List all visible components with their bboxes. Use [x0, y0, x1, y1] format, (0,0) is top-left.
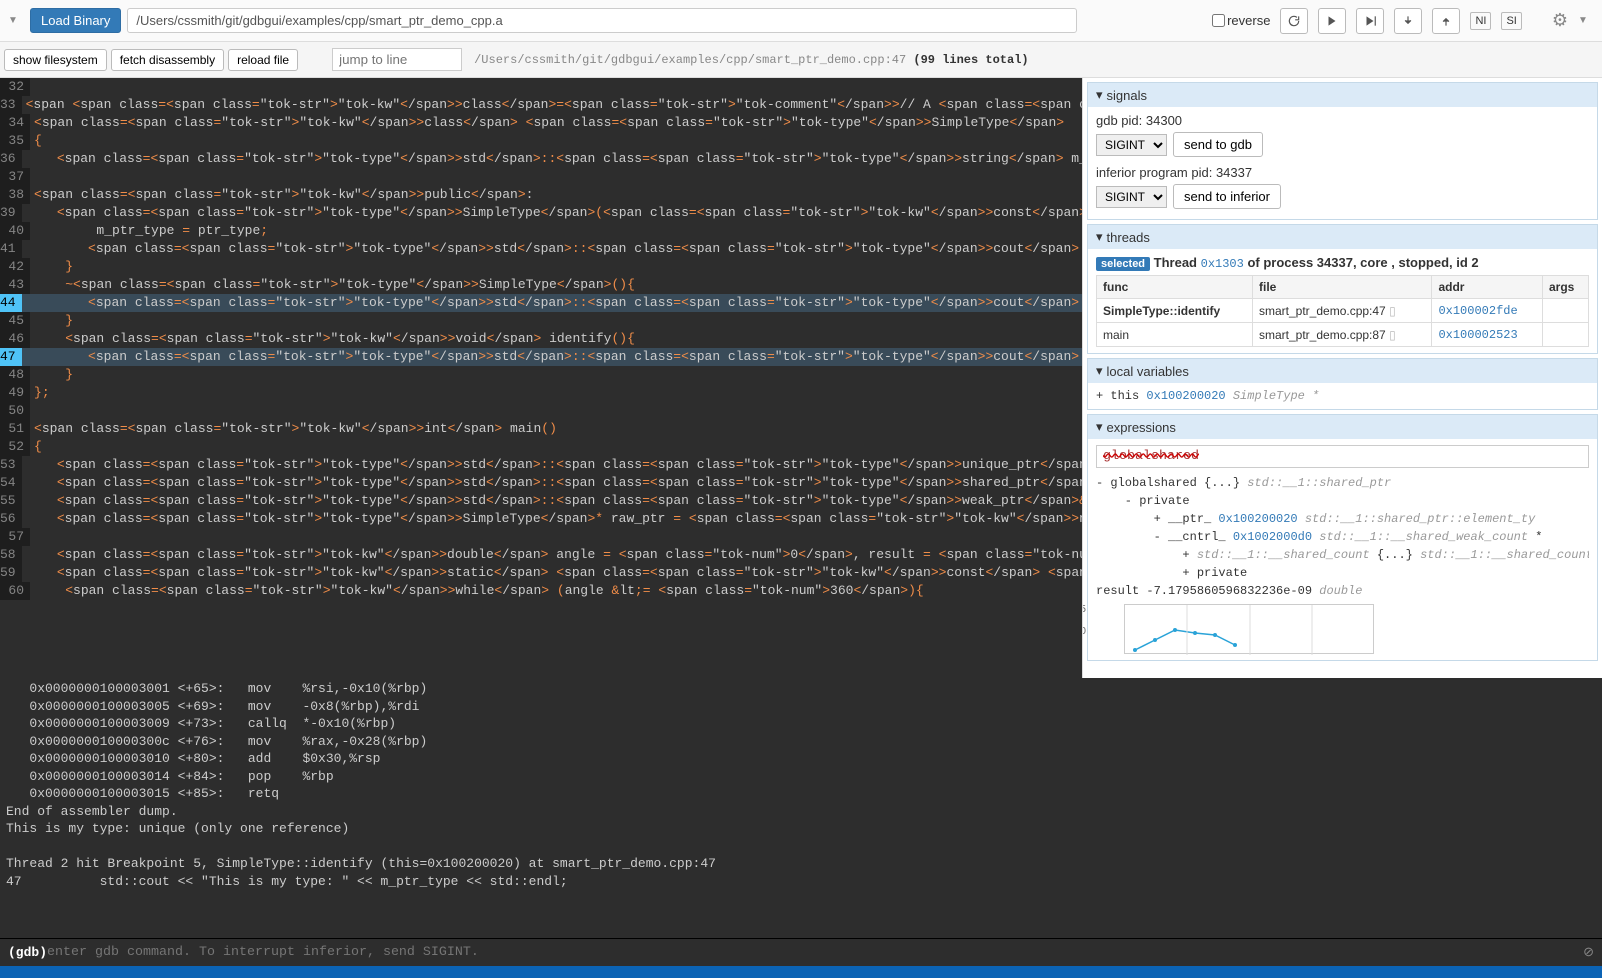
code-line[interactable]: 40 m_ptr_type = ptr_type; [0, 222, 1082, 240]
expression-chart [1124, 604, 1374, 654]
step-down-icon[interactable] [1394, 8, 1422, 34]
fetch-disassembly-button[interactable]: fetch disassembly [111, 49, 224, 71]
code-line[interactable]: 32 [0, 78, 1082, 96]
step-up-icon[interactable] [1432, 8, 1460, 34]
code-line[interactable]: 47 <span class=<span class="tok-str">"to… [0, 348, 1082, 366]
code-line[interactable]: 53 <span class=<span class="tok-str">"to… [0, 456, 1082, 474]
code-line[interactable]: 36 <span class=<span class="tok-str">"to… [0, 150, 1082, 168]
inferior-pid-label: inferior program pid: 34337 [1096, 165, 1589, 180]
continue-icon[interactable] [1318, 8, 1346, 34]
console-output[interactable]: 0x0000000100003001 <+65>: mov %rsi,-0x10… [0, 678, 1602, 938]
chevron-down-icon: ▾ [1096, 363, 1103, 379]
code-line[interactable]: 44 <span class=<span class="tok-str">"to… [0, 294, 1082, 312]
code-line[interactable]: 34<span class=<span class="tok-str">"tok… [0, 114, 1082, 132]
code-line[interactable]: 59 <span class=<span class="tok-str">"to… [0, 564, 1082, 582]
right-sidebar: ▾ signals gdb pid: 34300 SIGINT send to … [1082, 78, 1602, 678]
thread-address-link[interactable]: 0x1303 [1201, 257, 1244, 271]
code-line[interactable]: 60 <span class=<span class="tok-str">"to… [0, 582, 1082, 600]
gdb-input-bar: (gdb) ⊘ [0, 938, 1602, 966]
code-line[interactable]: 33<span <span class=<span class="tok-str… [0, 96, 1082, 114]
code-line[interactable]: 41 <span class=<span class="tok-str">"to… [0, 240, 1082, 258]
send-to-gdb-button[interactable]: send to gdb [1173, 132, 1263, 157]
current-file-path: /Users/cssmith/git/gdbgui/examples/cpp/s… [474, 53, 1029, 67]
local-address-link[interactable]: 0x100200020 [1146, 389, 1225, 403]
binary-path-input[interactable] [127, 8, 1077, 33]
reverse-checkbox-input[interactable] [1212, 14, 1225, 27]
reverse-checkbox[interactable]: reverse [1212, 13, 1270, 28]
inferior-signal-select[interactable]: SIGINT [1096, 186, 1167, 208]
selected-badge: selected [1096, 257, 1150, 271]
expressions-section: ▾ expressions - globalshared {...} std::… [1087, 414, 1598, 661]
code-line[interactable]: 52{ [0, 438, 1082, 456]
code-line[interactable]: 42 } [0, 258, 1082, 276]
local-variable-row[interactable]: + this 0x100200020 SimpleType * [1088, 383, 1597, 409]
expression-tree[interactable]: - globalshared {...} std::__1::shared_pt… [1096, 474, 1589, 600]
code-line[interactable]: 48 } [0, 366, 1082, 384]
code-line[interactable]: 58 <span class=<span class="tok-str">"to… [0, 546, 1082, 564]
menu-caret-icon[interactable]: ▼ [8, 15, 24, 26]
block-icon[interactable]: ⊘ [1583, 945, 1594, 960]
code-line[interactable]: 51<span class=<span class="tok-str">"tok… [0, 420, 1082, 438]
code-line[interactable]: 43 ~<span class=<span class="tok-str">"t… [0, 276, 1082, 294]
restart-icon[interactable] [1280, 8, 1308, 34]
gdb-prompt: (gdb) [8, 945, 47, 960]
code-line[interactable]: 46 <span class=<span class="tok-str">"to… [0, 330, 1082, 348]
code-line[interactable]: 57 [0, 528, 1082, 546]
signals-header[interactable]: ▾ signals [1088, 83, 1597, 107]
expressions-header[interactable]: ▾ expressions [1088, 415, 1597, 439]
ni-button[interactable]: NI [1470, 12, 1491, 30]
load-binary-button[interactable]: Load Binary [30, 8, 121, 33]
expression-input[interactable] [1096, 445, 1589, 468]
code-line[interactable]: 38<span class=<span class="tok-str">"tok… [0, 186, 1082, 204]
code-line[interactable]: 54 <span class=<span class="tok-str">"to… [0, 474, 1082, 492]
code-line[interactable]: 37 [0, 168, 1082, 186]
top-toolbar: ▼ Load Binary reverse NI SI ⚙ ▼ [0, 0, 1602, 42]
gdb-command-input[interactable] [47, 945, 1583, 960]
locals-section: ▾ local variables + this 0x100200020 Sim… [1087, 358, 1598, 410]
chart-tick: 1.0 [1082, 626, 1086, 637]
stack-frame-row[interactable]: mainsmart_ptr_demo.cpp:87 ▯0x100002523 [1097, 323, 1589, 347]
gdb-pid-label: gdb pid: 34300 [1096, 113, 1589, 128]
stack-frame-row[interactable]: SimpleType::identifysmart_ptr_demo.cpp:4… [1097, 299, 1589, 323]
code-line[interactable]: 35{ [0, 132, 1082, 150]
code-line[interactable]: 49}; [0, 384, 1082, 402]
si-button[interactable]: SI [1501, 12, 1521, 30]
threads-header[interactable]: ▾ threads [1088, 225, 1597, 249]
code-line[interactable]: 55 <span class=<span class="tok-str">"to… [0, 492, 1082, 510]
code-line[interactable]: 45 } [0, 312, 1082, 330]
chevron-down-icon: ▾ [1096, 87, 1103, 103]
settings-caret-icon[interactable]: ▼ [1578, 15, 1594, 26]
chevron-down-icon: ▾ [1096, 419, 1103, 435]
code-line[interactable]: 39 <span class=<span class="tok-str">"to… [0, 204, 1082, 222]
code-line[interactable]: 56 <span class=<span class="tok-str">"to… [0, 510, 1082, 528]
gdb-signal-select[interactable]: SIGINT [1096, 134, 1167, 156]
send-to-inferior-button[interactable]: send to inferior [1173, 184, 1281, 209]
thread-info: Thread 0x1303 of process 34337, core , s… [1154, 255, 1479, 270]
locals-header[interactable]: ▾ local variables [1088, 359, 1597, 383]
show-filesystem-button[interactable]: show filesystem [4, 49, 107, 71]
code-line[interactable]: 50 [0, 402, 1082, 420]
gear-icon[interactable]: ⚙ [1552, 10, 1568, 31]
stack-frame-table: func file addr args SimpleType::identify… [1096, 275, 1589, 347]
chart-tick: 1.5 [1082, 604, 1086, 615]
chevron-down-icon: ▾ [1096, 229, 1103, 245]
file-toolbar: show filesystem fetch disassembly reload… [0, 42, 1602, 78]
pause-icon[interactable] [1356, 8, 1384, 34]
source-code-panel[interactable]: 3233<span <span class=<span class="tok-s… [0, 78, 1082, 678]
signals-section: ▾ signals gdb pid: 34300 SIGINT send to … [1087, 82, 1598, 220]
reload-file-button[interactable]: reload file [228, 49, 298, 71]
threads-section: ▾ threads selected Thread 0x1303 of proc… [1087, 224, 1598, 354]
jump-to-line-input[interactable] [332, 48, 462, 71]
